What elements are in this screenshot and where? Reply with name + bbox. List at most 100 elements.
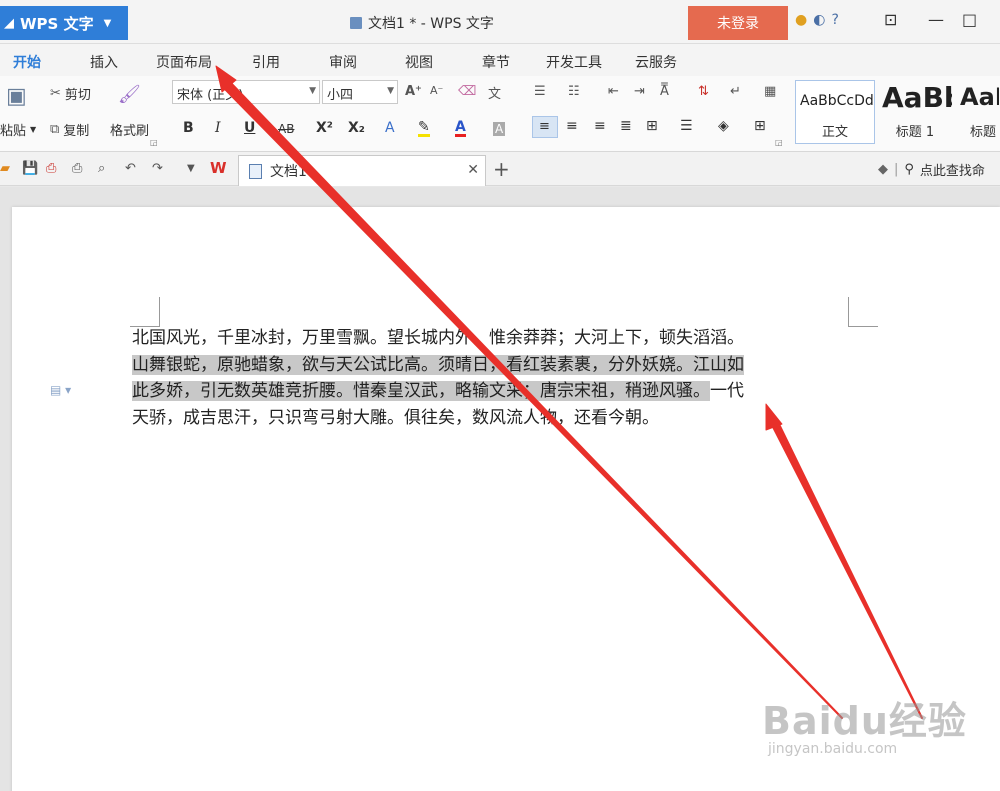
search-icon: ⚲ — [904, 162, 914, 177]
font-family-select[interactable]: 宋体 (正文) ▼ — [172, 80, 320, 104]
close-icon[interactable]: ✕ — [467, 162, 479, 178]
document-body[interactable]: 北国风光，千里冰封，万里雪飘。望长城内外，惟余莽莽；大河上下，顿失滔滔。 山舞银… — [132, 325, 848, 431]
style-heading-2[interactable]: AaB 标题 — [955, 80, 1000, 144]
document-icon — [249, 163, 262, 179]
app-menu-button[interactable]: ◢ WPS 文字 ▼ — [0, 6, 128, 40]
share-icon[interactable]: ◐ — [813, 12, 825, 28]
show-marks-icon[interactable]: ↵ — [730, 84, 741, 99]
format-painter-button[interactable]: 格式刷 — [110, 120, 149, 139]
clear-format-icon[interactable]: ⌫ — [458, 84, 476, 99]
char-shading-icon[interactable]: A — [493, 122, 506, 136]
undo-icon[interactable]: ↶ — [125, 161, 136, 176]
tab-section[interactable]: 章节 — [482, 52, 510, 72]
text-line[interactable]: 山舞银蛇，原驰蜡象，欲与天公试比高。须晴日，看红装素裹，分外妖娆。江山如 — [132, 352, 848, 379]
clipboard-launcher-icon[interactable]: ◲ — [150, 138, 158, 147]
skin-icon[interactable]: ● — [795, 12, 807, 28]
text-run: 一代 — [710, 381, 744, 401]
paragraph-launcher-icon[interactable]: ◲ — [775, 138, 783, 147]
tab-page-layout[interactable]: 页面布局 — [156, 52, 212, 72]
style-normal-preview: AaBbCcDd — [800, 93, 874, 109]
print-preview-icon[interactable]: ⌕ — [98, 161, 105, 176]
decrease-indent-icon[interactable]: ⇤ — [608, 84, 619, 99]
font-size-select[interactable]: 小四 ▼ — [322, 80, 398, 104]
style-normal[interactable]: AaBbCcDd 正文 — [795, 80, 875, 144]
selected-text: 此多娇，引无数英雄竞折腰。惜秦皇汉武，略输文采；唐宗宋祖，稍逊风骚。 — [132, 381, 710, 401]
format-painter-icon[interactable]: 🖌 — [118, 84, 141, 105]
minimize-button[interactable]: — — [928, 10, 944, 29]
tab-insert[interactable]: 插入 — [90, 52, 118, 72]
watermark-main: Baidu经验 — [762, 699, 967, 743]
line-spacing-icon[interactable]: ☰ — [680, 118, 693, 134]
tab-view[interactable]: 视图 — [405, 52, 433, 72]
tab-review[interactable]: 审阅 — [329, 52, 357, 72]
cut-button[interactable]: ✂ 剪切 — [50, 84, 91, 103]
tab-home[interactable]: 开始 — [9, 52, 45, 79]
superscript-button[interactable]: X² — [316, 120, 333, 136]
chevron-down-icon: ▼ — [309, 86, 316, 96]
print-icon[interactable]: ⎙ — [72, 161, 82, 176]
wps-window: ◢ WPS 文字 ▼ 文档1 * - WPS 文字 未登录 ● ◐ ? ⊡ — … — [0, 0, 1000, 791]
selected-text: 山舞银蛇，原驰蜡象，欲与天公试比高。须晴日，看红装素裹，分外妖娆。江山如 — [132, 354, 744, 375]
bold-button[interactable]: B — [183, 120, 194, 136]
chinese-layout-icon[interactable]: A̿ — [660, 84, 669, 99]
title-tools: ● ◐ ? — [795, 12, 839, 28]
italic-button[interactable]: I — [215, 120, 221, 136]
text-run: 北国风光，千里冰封，万里雪飘。望长城内外，惟余莽莽；大河上下，顿失滔滔。 — [132, 328, 744, 348]
open-folder-icon[interactable]: ▰ — [0, 161, 10, 176]
font-color-icon[interactable]: A — [455, 120, 466, 137]
increase-indent-icon[interactable]: ⇥ — [634, 84, 645, 99]
maximize-button[interactable]: □ — [962, 10, 977, 29]
sort-icon[interactable]: ⇅ — [698, 84, 709, 99]
help-icon[interactable]: ? — [831, 12, 838, 28]
highlight-color-icon[interactable]: ✎ — [418, 120, 430, 137]
command-search[interactable]: ◆ | ⚲ 点此查找命 — [878, 160, 985, 179]
borders-icon[interactable]: ⊞ — [754, 118, 766, 134]
export-pdf-icon[interactable]: ⎙ — [46, 161, 56, 176]
style-normal-name: 正文 — [821, 125, 848, 140]
paste-button[interactable]: 粘贴 ▼ — [0, 120, 36, 139]
copy-button[interactable]: ⧉ 复制 — [50, 120, 89, 139]
numbering-icon[interactable]: ☷ — [568, 84, 580, 99]
chevron-down-icon: ▼ — [387, 86, 394, 96]
style-heading-1[interactable]: AaBb 标题 1 — [877, 80, 953, 144]
ribbon-home: ▣ 粘贴 ▼ ✂ 剪切 ⧉ 复制 🖌 格式刷 ◲ 宋体 (正文) ▼ 小四 ▼ A… — [0, 76, 1000, 152]
wps-home-icon[interactable]: W — [210, 159, 227, 177]
table-icon[interactable]: ▦ — [764, 84, 776, 99]
tab-references[interactable]: 引用 — [252, 52, 280, 72]
tab-developer[interactable]: 开发工具 — [546, 52, 602, 72]
text-line[interactable]: 天骄，成吉思汗，只识弯弓射大雕。俱往矣，数风流人物，还看今朝。 — [132, 405, 848, 432]
text-effect-icon[interactable]: A — [385, 120, 395, 136]
shrink-font-icon[interactable]: A⁻ — [430, 84, 443, 97]
align-right-icon[interactable]: ≡ — [594, 118, 606, 134]
paste-icon[interactable]: ▣ — [6, 84, 27, 109]
bullets-icon[interactable]: ☰ — [534, 84, 546, 99]
restore-panel-icon[interactable]: ⊡ — [884, 10, 897, 29]
style-h1-name: 标题 1 — [895, 125, 935, 140]
pin-icon[interactable]: ◆ — [878, 162, 888, 177]
quick-access-bar: ▰ 💾 ⎙ ⎙ ⌕ ↶ ↷ ▼ W 文档1 ✕ + ◆ | ⚲ 点此查找命 — [0, 152, 1000, 186]
text-line[interactable]: 此多娇，引无数英雄竞折腰。惜秦皇汉武，略输文采；唐宗宋祖，稍逊风骚。一代 — [132, 378, 848, 405]
save-icon[interactable]: 💾 — [22, 161, 38, 176]
justify-icon[interactable]: ≣ — [620, 118, 632, 134]
subscript-button[interactable]: X₂ — [348, 120, 365, 136]
customize-toolbar-icon[interactable]: ▼ — [187, 163, 195, 174]
align-center-icon[interactable]: ≡ — [566, 118, 578, 134]
distributed-icon[interactable]: ⊞ — [646, 118, 658, 134]
underline-button[interactable]: U — [244, 120, 255, 136]
baidu-watermark: Baidu经验 jingyan.baidu.com — [762, 690, 967, 757]
new-tab-button[interactable]: + — [493, 157, 510, 181]
document-tab[interactable]: 文档1 ✕ — [238, 155, 486, 186]
redo-icon[interactable]: ↷ — [152, 161, 163, 176]
shading-icon[interactable]: ◈ — [718, 118, 729, 134]
grow-font-icon[interactable]: A⁺ — [405, 84, 422, 99]
strikethrough-button[interactable]: AB — [278, 122, 294, 136]
login-button[interactable]: 未登录 — [688, 6, 788, 40]
paragraph-layout-icon[interactable]: ▤ ▾ — [50, 383, 71, 397]
text-line[interactable]: 北国风光，千里冰封，万里雪飘。望长城内外，惟余莽莽；大河上下，顿失滔滔。 — [132, 325, 848, 352]
format-painter-label: 格式刷 — [110, 124, 150, 139]
align-left-button[interactable]: ≡ — [532, 116, 558, 138]
align-left-icon: ≡ — [539, 119, 550, 134]
phonetic-guide-icon[interactable]: 文 — [488, 83, 501, 102]
tab-cloud[interactable]: 云服务 — [635, 52, 677, 72]
style-h1-preview: AaBb — [882, 81, 952, 114]
